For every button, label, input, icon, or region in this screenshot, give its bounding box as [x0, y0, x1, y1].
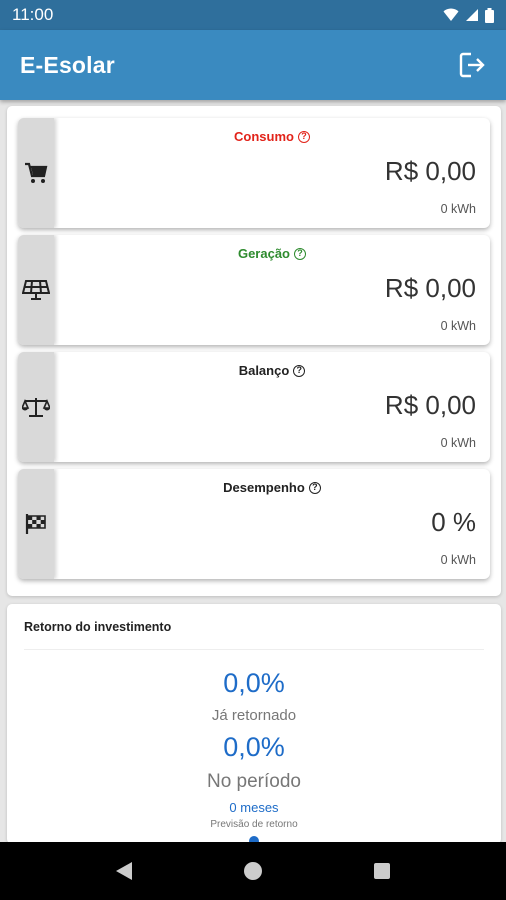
card-title: Consumo ? [54, 129, 490, 144]
card-balanco[interactable]: Balanço ? R$ 0,00 0 kWh [18, 352, 490, 462]
recents-icon [373, 863, 390, 879]
back-icon [116, 862, 133, 880]
roi-panel: Retorno do investimento 0,0% Já retornad… [7, 604, 501, 844]
signal-icon [466, 9, 478, 21]
card-geracao[interactable]: Geração ? R$ 0,00 0 kWh [18, 235, 490, 345]
help-icon[interactable]: ? [293, 364, 306, 377]
card-title-text: Consumo [234, 129, 294, 144]
status-time: 11:00 [12, 5, 54, 24]
wifi-icon [443, 8, 459, 21]
card-icon-rail [18, 235, 54, 345]
home-icon [243, 862, 262, 880]
card-title: Balanço ? [54, 363, 490, 378]
card-title: Geração ? [54, 246, 490, 261]
card-title-text: Geração [237, 246, 291, 261]
card-energy: 0 kWh [440, 436, 476, 450]
app-title: E-Esolar [20, 51, 115, 78]
card-icon-rail [18, 469, 54, 579]
card-value: R$ 0,00 [384, 390, 476, 420]
navigation-bar [0, 842, 506, 900]
cart-icon [25, 162, 48, 183]
card-title-text: Balanço [238, 363, 290, 378]
card-energy: 0 kWh [440, 202, 476, 216]
solar-panel-icon [22, 280, 50, 300]
card-energy: 0 kWh [440, 553, 476, 567]
card-desempenho[interactable]: Desempenho ? 0 % 0 kWh [18, 469, 490, 579]
roi-title: Retorno do investimento [24, 620, 172, 634]
card-consumo[interactable]: Consumo ? R$ 0,00 0 kWh [18, 118, 490, 228]
help-icon[interactable]: ? [308, 481, 321, 494]
card-icon-rail [18, 118, 54, 228]
help-icon[interactable]: ? [294, 247, 307, 260]
roi-months: 0 meses [229, 800, 279, 815]
roi-returned-value: 0,0% [223, 668, 285, 698]
card-title-text: Desempenho [223, 480, 305, 495]
help-icon[interactable]: ? [297, 130, 310, 143]
app-bar: E-Esolar [0, 30, 506, 100]
card-title: Desempenho ? [54, 480, 490, 495]
card-energy: 0 kWh [440, 319, 476, 333]
nav-back-button[interactable] [104, 851, 144, 891]
balance-scale-icon [22, 398, 50, 417]
roi-divider [24, 649, 484, 650]
status-icons [443, 7, 494, 23]
checkered-flag-icon [25, 514, 46, 534]
card-value: 0 % [431, 507, 476, 537]
logout-button[interactable] [456, 48, 490, 82]
roi-forecast-label: Previsão de retorno [210, 819, 298, 830]
card-value: R$ 0,00 [384, 156, 476, 186]
status-bar: 11:00 [0, 0, 506, 30]
card-icon-rail [18, 352, 54, 462]
nav-home-button[interactable] [233, 851, 273, 891]
summary-panel: Consumo ? R$ 0,00 0 kWh Geração ? R$ 0,0… [7, 106, 501, 596]
card-value: R$ 0,00 [384, 273, 476, 303]
logout-icon [459, 52, 485, 78]
roi-period-label: No período [206, 771, 301, 792]
battery-icon [485, 7, 494, 23]
roi-returned-label: Já retornado [211, 707, 297, 724]
roi-period-value: 0,0% [223, 732, 285, 762]
nav-recents-button[interactable] [362, 851, 402, 891]
